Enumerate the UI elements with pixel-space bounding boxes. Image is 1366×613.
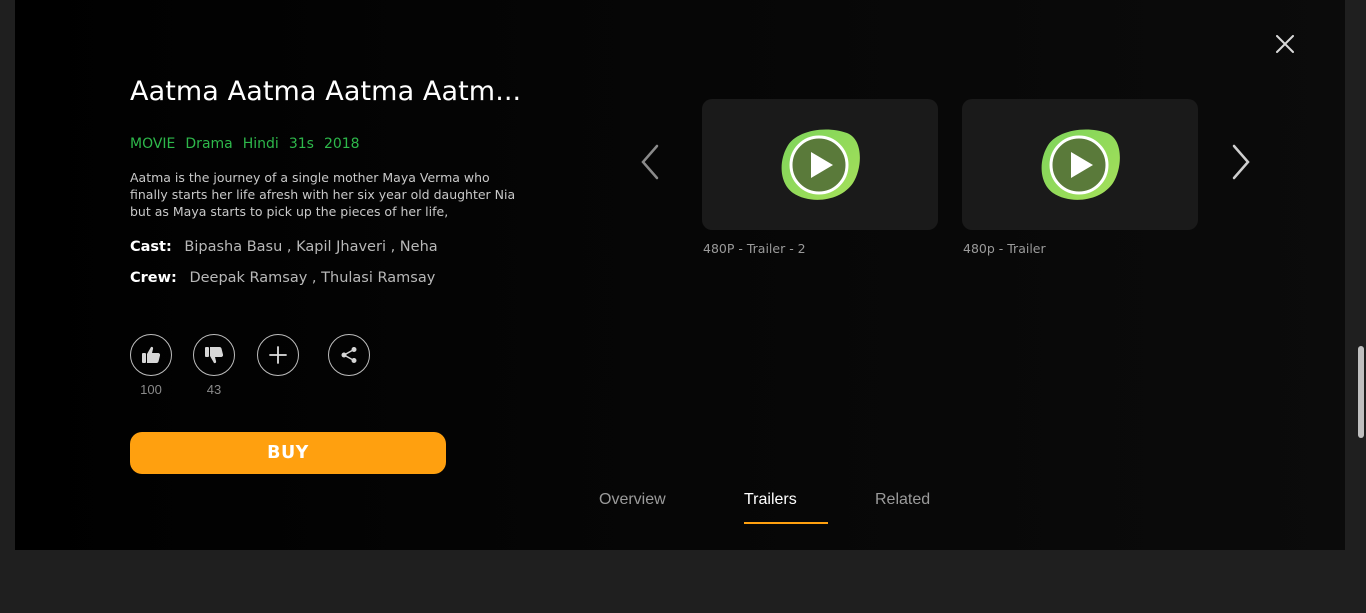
meta-genre: Drama — [185, 136, 233, 152]
meta-duration: 31s — [288, 136, 314, 152]
page-scrollbar[interactable] — [1358, 346, 1364, 438]
tab-trailers[interactable]: Trailers — [744, 491, 797, 509]
crew-value: Deepak Ramsay , Thulasi Ramsay — [189, 270, 436, 286]
tab-overview[interactable]: Overview — [599, 491, 666, 509]
movie-description: Aatma is the journey of a single mother … — [130, 170, 516, 219]
plus-icon — [269, 346, 287, 364]
close-icon — [1276, 35, 1294, 53]
like-count: 100 — [140, 382, 162, 397]
play-icon — [1041, 128, 1120, 200]
cast-label: Cast: — [130, 239, 172, 255]
active-tab-indicator — [744, 522, 828, 524]
cast-row: Cast: Bipasha Basu , Kapil Jhaveri , Neh… — [130, 239, 438, 255]
share-button[interactable] — [328, 334, 370, 376]
carousel-next-button[interactable] — [1226, 140, 1256, 184]
chevron-left-icon — [641, 144, 659, 180]
like-button[interactable] — [130, 334, 172, 376]
trailer-card[interactable] — [962, 99, 1198, 230]
chevron-right-icon — [1232, 144, 1250, 180]
thumbs-down-icon — [205, 347, 224, 364]
tab-related[interactable]: Related — [875, 491, 930, 509]
carousel-prev-button[interactable] — [635, 140, 665, 184]
meta-type: MOVIE — [130, 136, 176, 152]
close-button[interactable] — [1268, 27, 1302, 61]
add-to-list-button[interactable] — [257, 334, 299, 376]
cast-value: Bipasha Basu , Kapil Jhaveri , Neha — [184, 239, 438, 255]
meta-language: Hindi — [242, 136, 279, 152]
trailer-card[interactable] — [702, 99, 938, 230]
trailer-label: 480P - Trailer - 2 — [703, 241, 806, 256]
crew-label: Crew: — [130, 270, 177, 286]
movie-meta: MOVIE Drama Hindi 31s 2018 — [130, 136, 360, 152]
meta-year: 2018 — [323, 136, 360, 152]
share-icon — [341, 347, 357, 363]
movie-title: Aatma Aatma Aatma Aatm... — [130, 76, 522, 107]
trailer-label: 480p - Trailer — [963, 241, 1046, 256]
dislike-count: 43 — [206, 382, 222, 397]
dislike-button[interactable] — [193, 334, 235, 376]
crew-row: Crew: Deepak Ramsay , Thulasi Ramsay — [130, 270, 435, 286]
thumbs-up-icon — [142, 346, 161, 363]
play-icon — [781, 128, 860, 200]
buy-button[interactable]: BUY — [130, 432, 446, 474]
